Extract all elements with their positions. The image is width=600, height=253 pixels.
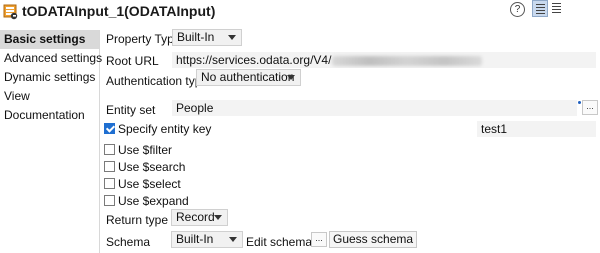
settings-sidebar: Basic settings Advanced settings Dynamic… [0,30,102,253]
authentication-type-value: No authentication [201,70,295,84]
schema-dropdown[interactable]: Built-In [171,231,243,248]
authentication-type-label: Authentication type [106,74,209,88]
required-indicator-icon [578,101,581,104]
chevron-down-icon [228,35,236,40]
title-bar: tODATAInput_1(ODATAInput) ? [0,0,600,26]
schema-value: Built-In [176,232,214,246]
specify-entity-key-label: Specify entity key [118,122,212,136]
edit-schema-label: Edit schema [246,235,313,249]
entity-key-input[interactable]: test1 [477,121,596,137]
return-type-dropdown[interactable]: Record [171,209,228,226]
component-icon [3,4,18,20]
use-search-label: Use $search [118,160,186,174]
sidebar-item-advanced-settings[interactable]: Advanced settings [0,49,102,68]
use-select-label: Use $select [118,177,181,191]
entity-set-input[interactable]: People [172,100,577,116]
edit-schema-button[interactable]: ... [311,232,327,247]
specify-entity-key-checkbox[interactable] [104,123,115,134]
use-filter-label: Use $filter [118,143,173,157]
help-icon[interactable]: ? [510,2,525,17]
use-search-checkbox[interactable] [104,161,115,172]
root-url-value: https://services.odata.org/V4/ [176,53,332,67]
sidebar-item-dynamic-settings[interactable]: Dynamic settings [0,68,99,87]
sidebar-item-documentation[interactable]: Documentation [0,106,99,125]
chevron-down-icon [287,75,295,80]
property-type-value: Built-In [177,30,215,44]
guess-schema-button[interactable]: Guess schema [329,231,418,248]
root-url-label: Root URL [106,54,159,68]
use-expand-checkbox[interactable] [104,195,115,206]
entity-set-browse-button[interactable]: ... [582,100,598,115]
entity-set-label: Entity set [106,103,156,117]
use-select-checkbox[interactable] [104,178,115,189]
table-view-icon[interactable] [549,0,565,17]
property-type-dropdown[interactable]: Built-In [172,29,242,46]
use-expand-label: Use $expand [118,194,189,208]
sidebar-item-view[interactable]: View [0,87,99,106]
property-type-label: Property Type [106,32,181,46]
component-title: tODATAInput_1(ODATAInput) [22,3,216,19]
schema-label: Schema [106,235,151,249]
use-filter-checkbox[interactable] [104,144,115,155]
authentication-type-dropdown[interactable]: No authentication [196,69,301,86]
chevron-down-icon [214,215,222,220]
entity-key-value: test1 [481,122,508,136]
root-url-input[interactable]: https://services.odata.org/V4/ [172,52,596,68]
list-view-icon[interactable] [532,0,548,17]
sidebar-item-basic-settings[interactable]: Basic settings [0,30,99,49]
chevron-down-icon [229,237,237,242]
return-type-value: Record [176,210,215,224]
redacted-url-part [332,55,483,66]
entity-set-value: People [176,101,214,115]
return-type-label: Return type [106,213,169,227]
